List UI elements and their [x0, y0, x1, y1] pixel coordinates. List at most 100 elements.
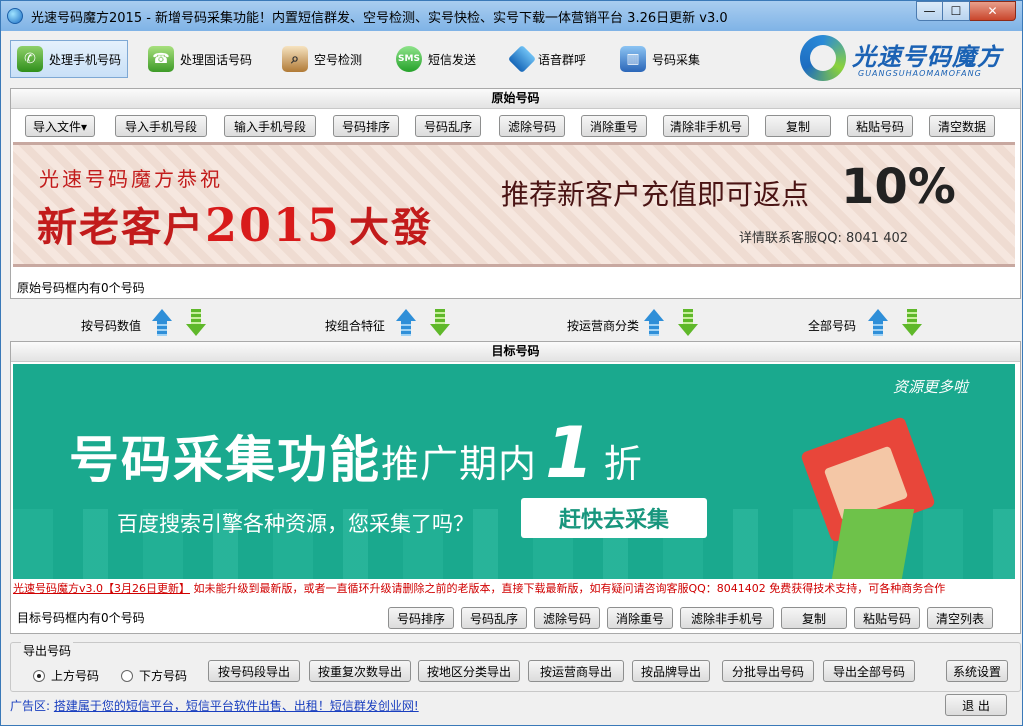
source-copy-button[interactable]: 复制: [765, 115, 831, 137]
up-arrow-icon[interactable]: [151, 309, 173, 337]
title-bar[interactable]: 光速号码魔方2015 - 新增号码采集功能！内置短信群发、空号检测、实号快检、实…: [1, 1, 1022, 31]
toolbar-process-mobile[interactable]: ✆ 处理手机号码: [10, 40, 129, 78]
import-file-dropdown[interactable]: 导入文件▾: [25, 115, 95, 137]
down-arrow-icon[interactable]: [185, 309, 207, 337]
export-by-brand-button[interactable]: 按品牌导出: [632, 660, 710, 682]
target-filter-button[interactable]: 滤除号码: [534, 607, 600, 629]
export-by-range-button[interactable]: 按号码段导出: [208, 660, 300, 682]
system-settings-button[interactable]: 系统设置: [946, 660, 1008, 682]
promo-headline-num: 1: [545, 412, 596, 494]
down-arrow-icon[interactable]: [429, 309, 451, 337]
maximize-button[interactable]: ☐: [943, 1, 970, 21]
cheering-figure-icon: [793, 404, 943, 579]
down-arrow-icon[interactable]: [677, 309, 699, 337]
collect-icon: ▥: [620, 46, 646, 72]
export-all-button[interactable]: 导出全部号码: [823, 660, 915, 682]
toolbar-label: 短信发送: [428, 52, 477, 67]
window-title: 光速号码魔方2015 - 新增号码采集功能！内置短信群发、空号检测、实号快检、实…: [31, 10, 728, 26]
up-arrow-icon[interactable]: [867, 309, 889, 337]
promo-headline-c: 折: [603, 442, 643, 486]
close-button[interactable]: ✕: [970, 1, 1016, 21]
radio-unselected-icon[interactable]: [121, 669, 133, 682]
radio-label: 下方号码: [139, 669, 188, 683]
source-clear-button[interactable]: 清空数据: [929, 115, 995, 137]
classify-by-pattern-label: 按组合特征: [325, 319, 386, 333]
radio-lower-numbers[interactable]: 下方号码: [121, 667, 187, 684]
export-batch-button[interactable]: 分批导出号码: [722, 660, 814, 682]
toolbar-empty-check[interactable]: ⌕ 空号检测: [276, 40, 368, 78]
export-by-region-button[interactable]: 按地区分类导出: [418, 660, 520, 682]
toolbar-label: 处理固话号码: [180, 52, 253, 67]
banner-year: 2015: [205, 198, 342, 252]
export-legend: 导出号码: [21, 642, 74, 659]
ad-bar: 广告区: 搭建属于您的短信平台，短信平台软件出售、出租！短信群发创业网!: [10, 697, 419, 714]
promo-subtext: 百度搜索引擎各种资源，您采集了吗？: [117, 512, 474, 536]
target-count-text: 目标号码框内有0个号码: [17, 611, 145, 625]
toolbar-number-collect[interactable]: ▥ 号码采集: [614, 40, 706, 78]
promo-corner-text: 资源更多啦: [893, 378, 969, 396]
source-shuffle-button[interactable]: 号码乱序: [415, 115, 481, 137]
promo-headline: 号码采集功能推广期内 1 折: [69, 412, 643, 494]
app-window: 光速号码魔方2015 - 新增号码采集功能！内置短信群发、空号检测、实号快检、实…: [0, 0, 1023, 726]
brand-subtitle: GUANGSUHAOMAMOFANG: [858, 69, 982, 78]
window-controls: — ☐ ✕: [916, 1, 1016, 21]
classify-by-carrier-label: 按运营商分类: [567, 319, 640, 333]
banner-headline-b: 大發: [349, 204, 434, 251]
target-paste-button[interactable]: 粘贴号码: [854, 607, 920, 629]
new-year-banner[interactable]: 光速号码魔方恭祝 新老客户2015 大發 推荐新客户充值即可返点 10% 详情联系…: [13, 142, 1015, 267]
target-shuffle-button[interactable]: 号码乱序: [461, 607, 527, 629]
toolbar-label: 空号检测: [314, 52, 363, 67]
sms-icon: SMS: [396, 46, 422, 72]
toolbar-sms-send[interactable]: SMS 短信发送: [390, 40, 482, 78]
target-panel-title: 目标号码: [11, 342, 1020, 362]
import-mobile-range-button[interactable]: 导入手机号段: [115, 115, 207, 137]
radio-upper-numbers[interactable]: 上方号码: [33, 667, 99, 684]
target-sort-button[interactable]: 号码排序: [388, 607, 454, 629]
toolbar-process-landline[interactable]: ☎ 处理固话号码: [142, 40, 258, 78]
classify-by-value-label: 按号码数值: [81, 319, 142, 333]
minimize-button[interactable]: —: [916, 1, 943, 21]
target-dedupe-button[interactable]: 消除重号: [607, 607, 673, 629]
export-by-carrier-button[interactable]: 按运营商导出: [528, 660, 624, 682]
update-notice-version[interactable]: 光速号码魔方v3.0【3月26日更新】: [13, 582, 190, 595]
radio-selected-icon[interactable]: [33, 669, 45, 682]
main-toolbar: ✆ 处理手机号码 ☎ 处理固话号码 ⌕ 空号检测 SMS 短信发送 语音群呼 ▥…: [10, 35, 1016, 85]
target-copy-button[interactable]: 复制: [781, 607, 847, 629]
source-sort-button[interactable]: 号码排序: [333, 115, 399, 137]
banner-rebate-text: 推荐新客户充值即可返点: [501, 178, 810, 211]
source-dedupe-button[interactable]: 消除重号: [581, 115, 647, 137]
update-notice: 光速号码魔方v3.0【3月26日更新】 如未能升级到最新版，或者一直循环升级请删…: [11, 580, 1020, 598]
magnifier-icon: ⌕: [282, 46, 308, 72]
banner-rebate-percent: 10%: [841, 159, 956, 215]
up-arrow-icon[interactable]: [643, 309, 665, 337]
exit-button[interactable]: 退 出: [945, 694, 1007, 716]
export-group: 导出号码 上方号码 下方号码 按号码段导出 按重复次数导出 按地区分类导出 按运…: [10, 642, 1021, 692]
source-filter-button[interactable]: 滤除号码: [499, 115, 565, 137]
telephone-icon: ☎: [148, 46, 174, 72]
target-remove-non-mobile-button[interactable]: 滤除非手机号: [680, 607, 774, 629]
source-count-text: 原始号码框内有0个号码: [17, 281, 145, 295]
classify-all-label: 全部号码: [808, 319, 857, 333]
down-arrow-icon[interactable]: [901, 309, 923, 337]
banner-greeting: 光速号码魔方恭祝: [39, 167, 223, 191]
export-by-repeat-button[interactable]: 按重复次数导出: [309, 660, 411, 682]
source-paste-button[interactable]: 粘贴号码: [847, 115, 913, 137]
brand-logo: 光速号码魔方 GUANGSUHAOMAMOFANG: [800, 33, 1010, 83]
update-notice-text: 如未能升级到最新版，或者一直循环升级请删除之前的老版本，直接下载最新版，如有疑问…: [190, 582, 946, 595]
input-mobile-range-button[interactable]: 输入手机号段: [224, 115, 316, 137]
ad-link[interactable]: 搭建属于您的短信平台，短信平台软件出售、出租！短信群发创业网!: [54, 699, 419, 713]
voice-call-icon: [507, 44, 537, 74]
classify-row: 按号码数值 按组合特征 按运营商分类 全部号码: [10, 307, 1021, 339]
promo-headline-b: 推广期内: [381, 442, 538, 486]
toolbar-voice-call[interactable]: 语音群呼: [506, 40, 592, 78]
target-clear-list-button[interactable]: 清空列表: [927, 607, 993, 629]
app-icon: [7, 8, 23, 24]
logo-swirl-icon: [800, 35, 846, 81]
source-panel-title: 原始号码: [11, 89, 1020, 109]
target-panel: 目标号码 号码采集功能推广期内 1 折 百度搜索引擎各种资源，您采集了吗？ 赶快去采…: [10, 341, 1021, 634]
go-collect-button[interactable]: 赶快去采集: [521, 498, 707, 538]
up-arrow-icon[interactable]: [395, 309, 417, 337]
collect-promo-banner[interactable]: 号码采集功能推广期内 1 折 百度搜索引擎各种资源，您采集了吗？ 赶快去采集 资源更…: [13, 364, 1015, 579]
promo-headline-a: 号码采集功能: [69, 431, 381, 489]
source-remove-non-mobile-button[interactable]: 清除非手机号: [663, 115, 749, 137]
